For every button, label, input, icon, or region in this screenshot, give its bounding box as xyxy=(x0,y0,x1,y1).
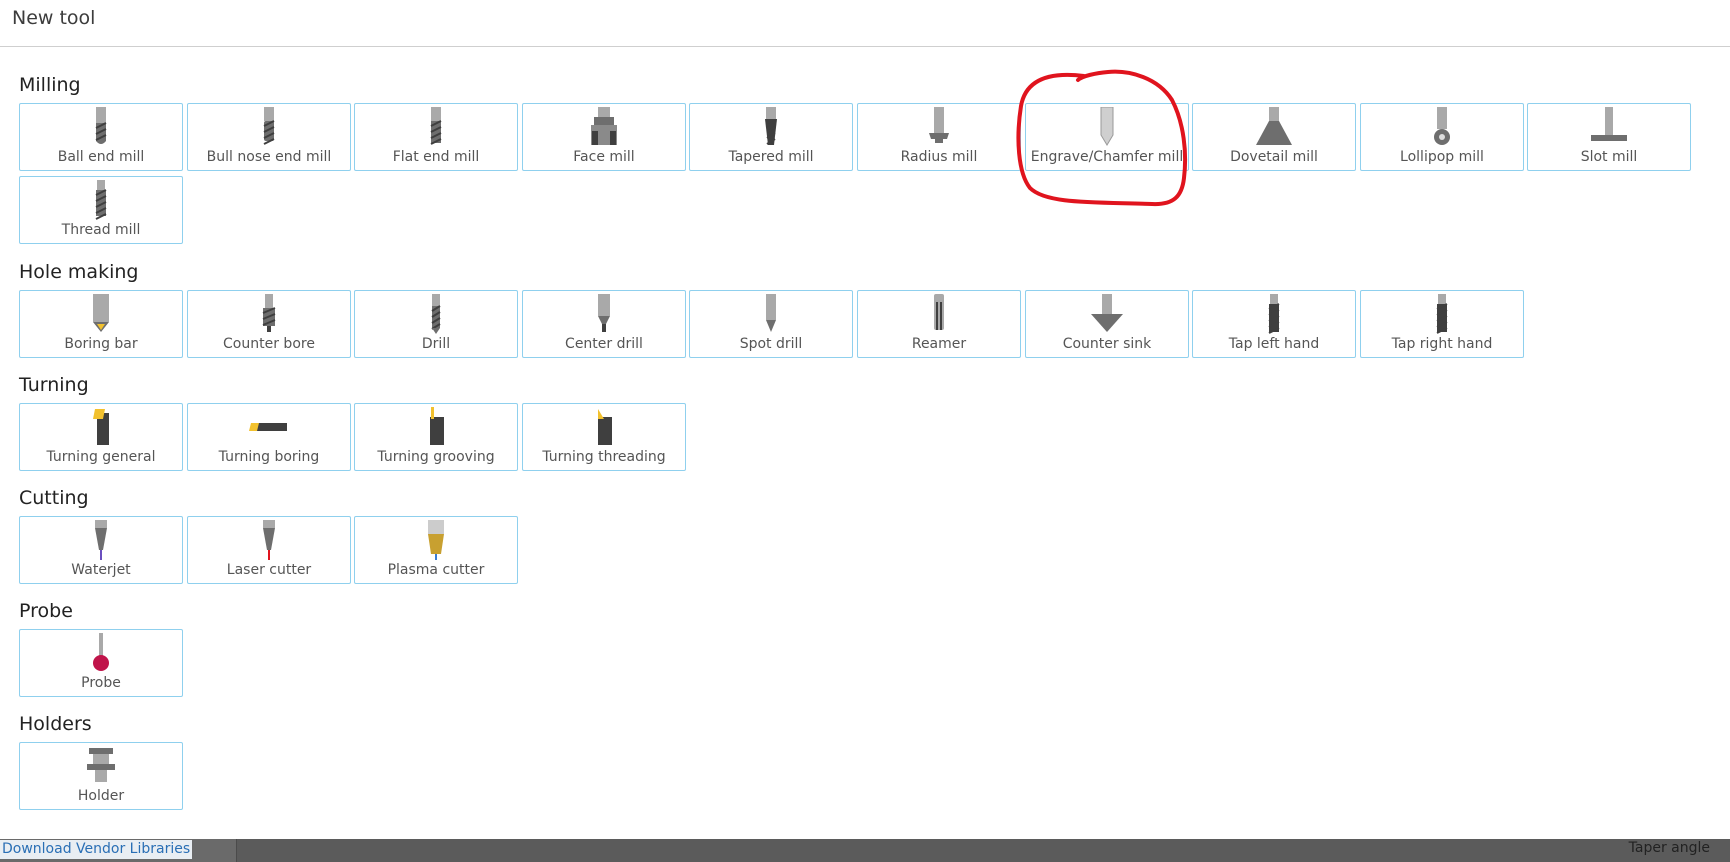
tool-label: Counter sink xyxy=(1062,336,1152,352)
tap-left-hand-icon xyxy=(1252,294,1296,334)
tool-tile-spot-drill[interactable]: Spot drill xyxy=(689,290,853,358)
tool-label: Face mill xyxy=(573,149,635,165)
bull-nose-end-mill-icon xyxy=(247,107,291,147)
drill-icon xyxy=(414,294,458,334)
tool-tile-tapered-mill[interactable]: Tapered mill xyxy=(689,103,853,171)
reamer-icon xyxy=(917,294,961,334)
plasma-cutter-icon xyxy=(414,520,458,560)
tool-tile-plasma-cutter[interactable]: Plasma cutter xyxy=(354,516,518,584)
dialog-header: New tool xyxy=(0,0,1730,47)
flat-end-mill-icon xyxy=(414,107,458,147)
tool-label: Tap right hand xyxy=(1391,336,1493,352)
tool-tile-boring-bar[interactable]: Boring bar xyxy=(19,290,183,358)
tool-label: Engrave/Chamfer mill xyxy=(1030,149,1184,165)
tap-right-hand-icon xyxy=(1420,294,1464,334)
tool-label: Tapered mill xyxy=(728,149,814,165)
spot-drill-icon xyxy=(749,294,793,334)
counter-bore-icon xyxy=(247,294,291,334)
turning-grooving-icon xyxy=(414,407,458,447)
taper-angle-label: Taper angle xyxy=(1628,840,1710,856)
tool-tile-turning-boring[interactable]: Turning boring xyxy=(187,403,351,471)
tool-label: Holder xyxy=(77,788,125,804)
center-drill-icon xyxy=(582,294,626,334)
radius-mill-icon xyxy=(917,107,961,147)
tool-label: Laser cutter xyxy=(226,562,312,578)
section-title-hole-making: Hole making xyxy=(19,261,139,283)
tool-tile-engrave-chamfer-mill[interactable]: Engrave/Chamfer mill xyxy=(1025,103,1189,171)
tool-tile-turning-general[interactable]: Turning general xyxy=(19,403,183,471)
holder-icon xyxy=(79,746,123,786)
tool-tile-laser-cutter[interactable]: Laser cutter xyxy=(187,516,351,584)
tool-tile-waterjet[interactable]: Waterjet xyxy=(19,516,183,584)
tool-label: Turning threading xyxy=(542,449,666,465)
turning-boring-icon xyxy=(247,407,291,447)
tool-label: Radius mill xyxy=(900,149,978,165)
tool-tile-radius-mill[interactable]: Radius mill xyxy=(857,103,1021,171)
tool-label: Boring bar xyxy=(64,336,138,352)
tool-tile-reamer[interactable]: Reamer xyxy=(857,290,1021,358)
tool-label: Bull nose end mill xyxy=(206,149,332,165)
tool-label: Lollipop mill xyxy=(1400,149,1484,165)
waterjet-icon xyxy=(79,520,123,560)
boring-bar-icon xyxy=(79,294,123,334)
lollipop-mill-icon xyxy=(1420,107,1464,147)
laser-cutter-icon xyxy=(247,520,291,560)
section-title-turning: Turning xyxy=(19,374,89,396)
tool-tile-tap-right-hand[interactable]: Tap right hand xyxy=(1360,290,1524,358)
tool-tile-holder[interactable]: Holder xyxy=(19,742,183,810)
tool-label: Reamer xyxy=(911,336,967,352)
tool-label: Flat end mill xyxy=(392,149,480,165)
tool-tile-ball-end-mill[interactable]: Ball end mill xyxy=(19,103,183,171)
turning-general-icon xyxy=(79,407,123,447)
tool-label: Slot mill xyxy=(1580,149,1638,165)
tool-label: Center drill xyxy=(565,336,643,352)
bottom-bar: Download Vendor Libraries Taper angle xyxy=(0,839,1730,862)
tool-tile-lollipop-mill[interactable]: Lollipop mill xyxy=(1360,103,1524,171)
tool-tile-counter-bore[interactable]: Counter bore xyxy=(187,290,351,358)
tool-tile-drill[interactable]: Drill xyxy=(354,290,518,358)
turning-threading-icon xyxy=(582,407,626,447)
section-title-holders: Holders xyxy=(19,713,92,735)
tool-label: Thread mill xyxy=(61,222,141,238)
section-title-cutting: Cutting xyxy=(19,487,89,509)
tool-tile-flat-end-mill[interactable]: Flat end mill xyxy=(354,103,518,171)
probe-icon xyxy=(79,633,123,673)
face-mill-icon xyxy=(582,107,626,147)
dialog-title: New tool xyxy=(12,7,96,29)
slot-mill-icon xyxy=(1587,107,1631,147)
tool-label: Waterjet xyxy=(71,562,131,578)
tool-tile-tap-left-hand[interactable]: Tap left hand xyxy=(1192,290,1356,358)
tool-tile-center-drill[interactable]: Center drill xyxy=(522,290,686,358)
tool-label: Turning general xyxy=(46,449,156,465)
tool-tile-turning-grooving[interactable]: Turning grooving xyxy=(354,403,518,471)
tool-tile-turning-threading[interactable]: Turning threading xyxy=(522,403,686,471)
engrave-chamfer-mill-icon xyxy=(1085,107,1129,147)
tool-label: Ball end mill xyxy=(57,149,145,165)
section-title-milling: Milling xyxy=(19,74,81,96)
tapered-mill-icon xyxy=(749,107,793,147)
tool-tile-dovetail-mill[interactable]: Dovetail mill xyxy=(1192,103,1356,171)
thread-mill-icon xyxy=(79,180,123,220)
tool-label: Plasma cutter xyxy=(387,562,485,578)
tool-label: Turning boring xyxy=(218,449,320,465)
tool-tile-probe[interactable]: Probe xyxy=(19,629,183,697)
tool-tile-face-mill[interactable]: Face mill xyxy=(522,103,686,171)
new-tool-dialog: New tool Milling Ball end mill Bull nose e… xyxy=(0,0,1730,839)
tool-label: Spot drill xyxy=(739,336,803,352)
tool-label: Tap left hand xyxy=(1228,336,1320,352)
tool-label: Counter bore xyxy=(223,336,315,352)
tool-tile-thread-mill[interactable]: Thread mill xyxy=(19,176,183,244)
section-title-probe: Probe xyxy=(19,600,73,622)
tool-label: Probe xyxy=(81,675,121,691)
tool-tile-counter-sink[interactable]: Counter sink xyxy=(1025,290,1189,358)
dovetail-mill-icon xyxy=(1252,107,1296,147)
tool-label: Dovetail mill xyxy=(1230,149,1318,165)
ball-end-mill-icon xyxy=(79,107,123,147)
tool-label: Drill xyxy=(421,336,451,352)
tool-label: Turning grooving xyxy=(377,449,495,465)
counter-sink-icon xyxy=(1085,294,1129,334)
tool-tile-bull-nose-end-mill[interactable]: Bull nose end mill xyxy=(187,103,351,171)
download-vendor-libraries-link[interactable]: Download Vendor Libraries xyxy=(0,840,193,859)
tool-tile-slot-mill[interactable]: Slot mill xyxy=(1527,103,1691,171)
